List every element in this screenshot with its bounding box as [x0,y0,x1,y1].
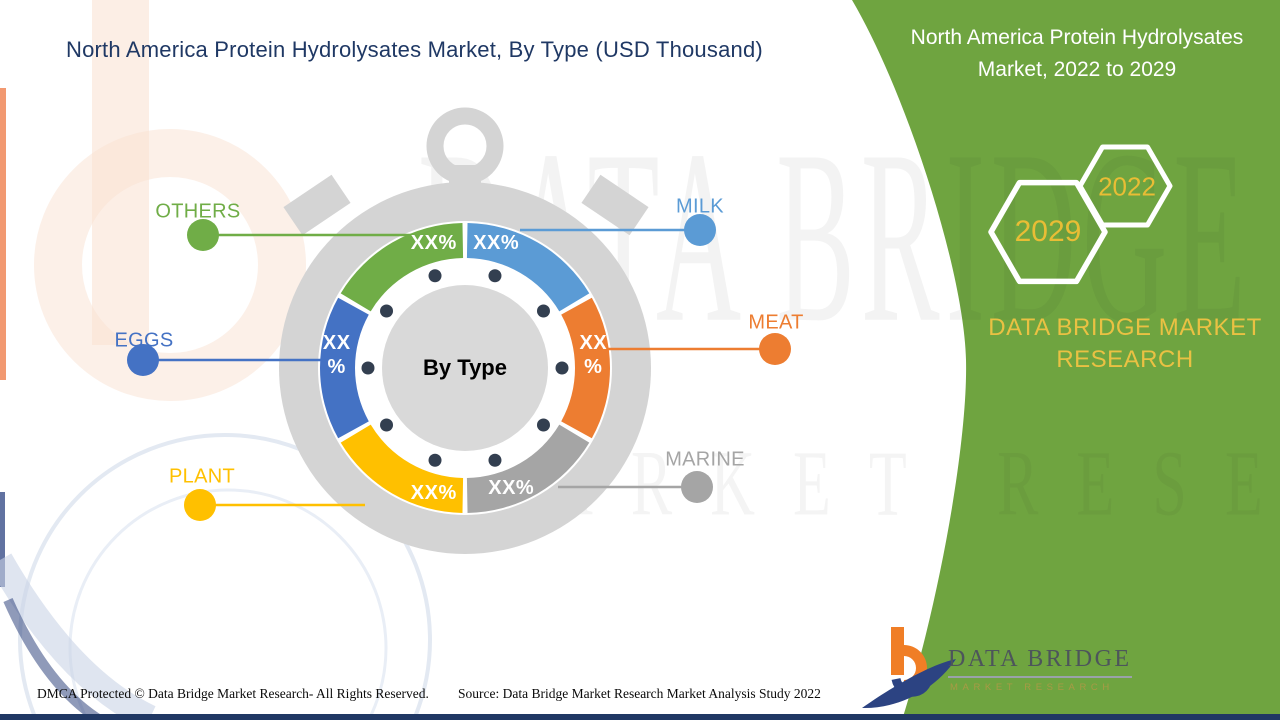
logo-wordmark: DATA BRIDGE [948,646,1132,678]
footer-dmca-text: DMCA Protected © Data Bridge Market Rese… [37,686,429,702]
callout-dot-milk [684,214,716,246]
side-panel-brand: DATA BRIDGE MARKET RESEARCH [958,312,1280,377]
clock-dot [488,454,501,467]
clock-dot [380,419,393,432]
side-panel-title: North America Protein Hydrolysates Marke… [880,22,1274,85]
stopwatch-right-button [581,175,648,236]
footer-source-text: Source: Data Bridge Market Research Mark… [458,686,821,702]
callout-dot-eggs [127,344,159,376]
logo-tagline: MARKET RESEARCH [950,682,1114,693]
clock-dot [429,454,442,467]
clock-dot [362,362,375,375]
infographic-canvas: DATA BRIDGE MARKET RESEARCH XX%MILKXX%OT… [0,0,1280,720]
logo-swoosh [862,659,956,708]
callout-dot-plant [184,489,216,521]
clock-dot [380,304,393,317]
clock-dot [537,304,550,317]
clock-dot [429,269,442,282]
donut-center-label: By Type [423,355,507,381]
bottom-navy-bar [0,714,1280,720]
stopwatch-left-button [283,175,350,236]
clock-dot [556,362,569,375]
chart-title: North America Protein Hydrolysates Marke… [66,37,763,63]
callout-dot-marine [681,471,713,503]
callout-dot-others [187,219,219,251]
logo-b-stem [891,627,904,675]
databridge-logo-icon [862,627,956,708]
year-badge-2022: 2022 [1098,172,1156,203]
clock-dot [537,419,550,432]
clock-dot [488,269,501,282]
callout-dot-meat [759,333,791,365]
year-badge-2029: 2029 [1015,215,1082,249]
